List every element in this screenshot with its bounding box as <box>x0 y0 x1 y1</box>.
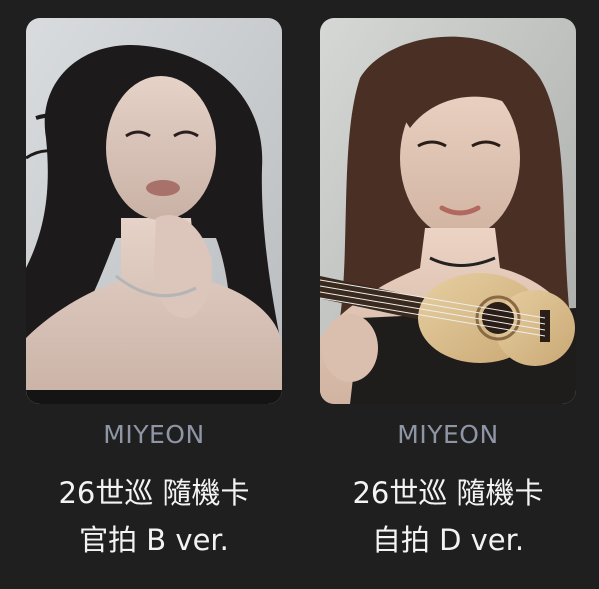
product-title-line1: 26世巡 隨機卡 <box>58 476 250 510</box>
member-name: MIYEON <box>397 420 499 449</box>
photocard-image-official[interactable] <box>26 18 282 404</box>
selfie-with-ukulele-photo-icon <box>320 18 576 404</box>
product-title-line2: 官拍 B ver. <box>79 523 229 557</box>
photocard-image-selfie[interactable] <box>320 18 576 404</box>
member-name: MIYEON <box>103 420 205 449</box>
product-title-line2: 自拍 D ver. <box>371 523 525 557</box>
portrait-photo-icon <box>26 18 282 404</box>
photocard-listing: MIYEON 26世巡 隨機卡 官拍 B ver. MIYEON 26世巡 隨機… <box>0 0 599 589</box>
product-title-line1: 26世巡 隨機卡 <box>352 476 544 510</box>
